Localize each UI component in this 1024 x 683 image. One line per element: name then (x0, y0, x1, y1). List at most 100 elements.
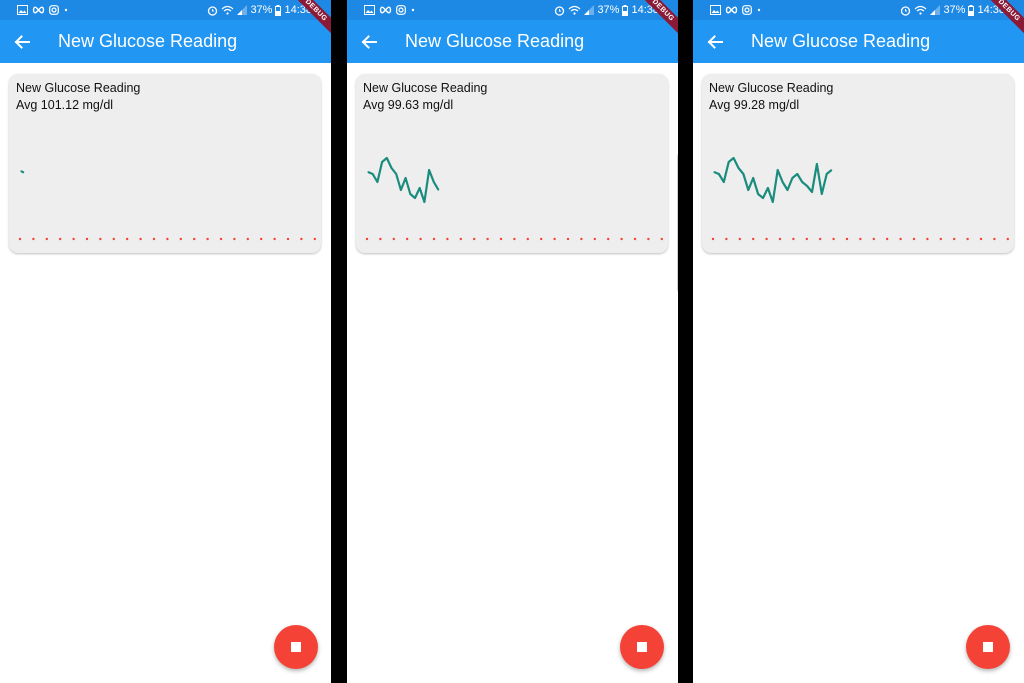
baseline-dot (392, 237, 395, 241)
battery-percent: 37% (250, 4, 273, 16)
image-icon (710, 5, 721, 15)
signal-icon (930, 5, 941, 15)
glucose-data-point (367, 171, 369, 173)
glucose-data-point (728, 161, 730, 163)
baseline-dot (126, 237, 129, 241)
arrow-back-icon[interactable] (359, 32, 379, 52)
glucose-data-point (372, 173, 374, 175)
glucose-data-point (811, 191, 813, 193)
stop-button[interactable] (966, 625, 1010, 669)
baseline-dot (752, 237, 755, 241)
baseline-dot (872, 237, 875, 241)
status-bar: 37% 14:38 (0, 0, 331, 20)
glucose-data-point (777, 169, 779, 171)
alarm-icon (208, 5, 218, 16)
glucose-data-point (400, 189, 402, 191)
baseline-dot (926, 237, 929, 241)
infinity-icon (32, 6, 45, 14)
baseline-dot (406, 237, 409, 241)
baseline-dot (432, 237, 436, 241)
app-bar: New Glucose Reading (693, 20, 1024, 63)
wifi-icon (569, 5, 581, 15)
glucose-card: New Glucose Reading Avg 101.12 mg/dl (9, 74, 321, 253)
baseline-dot (859, 237, 862, 241)
status-bar: 37% 14:38 (347, 0, 678, 20)
glucose-data-point (390, 167, 393, 169)
baseline-dot (179, 237, 182, 241)
phone-screen-3: 37% 14:38 New Glucose Reading DEBUG New … (693, 0, 1024, 683)
baseline-dot (738, 237, 741, 241)
glucose-data-point (433, 181, 435, 183)
signal-icon (237, 5, 248, 15)
baseline-dots (365, 237, 663, 241)
wifi-icon (915, 5, 927, 15)
battery-icon (275, 4, 282, 16)
stop-button[interactable] (274, 625, 318, 669)
baseline-dot (286, 237, 290, 241)
baseline-dot (819, 237, 822, 241)
glucose-data-point (423, 201, 425, 203)
baseline-dot (580, 237, 583, 241)
baseline-dot (1006, 237, 1009, 241)
stop-button[interactable] (620, 625, 664, 669)
glucose-data-point (419, 187, 421, 189)
baseline-dot (379, 237, 382, 241)
baseline-dot (912, 237, 916, 241)
image-icon (364, 5, 375, 15)
glucose-series-line (367, 156, 440, 204)
baseline-dot (620, 237, 623, 241)
infinity-icon (379, 6, 392, 14)
glucose-line-chart (711, 156, 1009, 241)
battery-percent: 37% (597, 4, 620, 16)
baseline-dot (419, 237, 422, 241)
instagram-icon (396, 5, 406, 15)
glucose-data-point (831, 169, 833, 171)
glucose-data-point (742, 173, 744, 175)
baseline-dot (711, 237, 715, 241)
baseline-dot (99, 237, 102, 241)
infinity-icon (725, 6, 738, 14)
baseline-dot (939, 237, 942, 241)
next-card-edge (677, 152, 678, 294)
dot-icon (411, 8, 415, 12)
arrow-back-icon[interactable] (705, 32, 725, 52)
instagram-icon (742, 5, 752, 15)
glucose-data-point (762, 197, 764, 199)
baseline-dot (832, 237, 835, 241)
glucose-data-point (821, 193, 823, 195)
page-title: New Glucose Reading (751, 31, 931, 51)
app-bar: New Glucose Reading (0, 20, 331, 63)
baseline-dot (966, 237, 969, 241)
baseline-dot (886, 237, 889, 241)
baseline-dot (166, 237, 169, 241)
glucose-data-point (376, 181, 378, 183)
baseline-dot (219, 237, 223, 241)
glucose-data-point (428, 169, 430, 171)
glucose-data-point (405, 177, 407, 179)
glucose-data-point (791, 177, 793, 179)
baseline-dot (193, 237, 196, 241)
baseline-dot (112, 237, 116, 241)
baseline-dot (313, 237, 316, 241)
status-bar: 37% 14:38 (693, 0, 1024, 20)
glucose-data-point (20, 170, 22, 172)
baseline-dot (553, 237, 556, 241)
glucose-card: New Glucose Reading Avg 99.63 mg/dl (356, 74, 668, 253)
glucose-data-point (395, 173, 397, 175)
glucose-data-point (767, 187, 769, 189)
instagram-icon (49, 5, 59, 15)
alarm-icon (901, 5, 911, 16)
glucose-data-point (782, 181, 784, 183)
baseline-dot (59, 237, 62, 241)
dot-icon (64, 8, 68, 12)
phone-screen-1: 37% 14:38 New Glucose Reading DEBUG New … (0, 0, 331, 683)
baseline-dot (633, 237, 637, 241)
baseline-dot (365, 237, 369, 241)
arrow-back-icon[interactable] (12, 32, 32, 52)
baseline-dot (979, 237, 983, 241)
baseline-dot (446, 237, 449, 241)
baseline-dots (18, 237, 316, 241)
baseline-dot (513, 237, 516, 241)
glucose-data-point (713, 171, 715, 173)
baseline-dot (526, 237, 529, 241)
